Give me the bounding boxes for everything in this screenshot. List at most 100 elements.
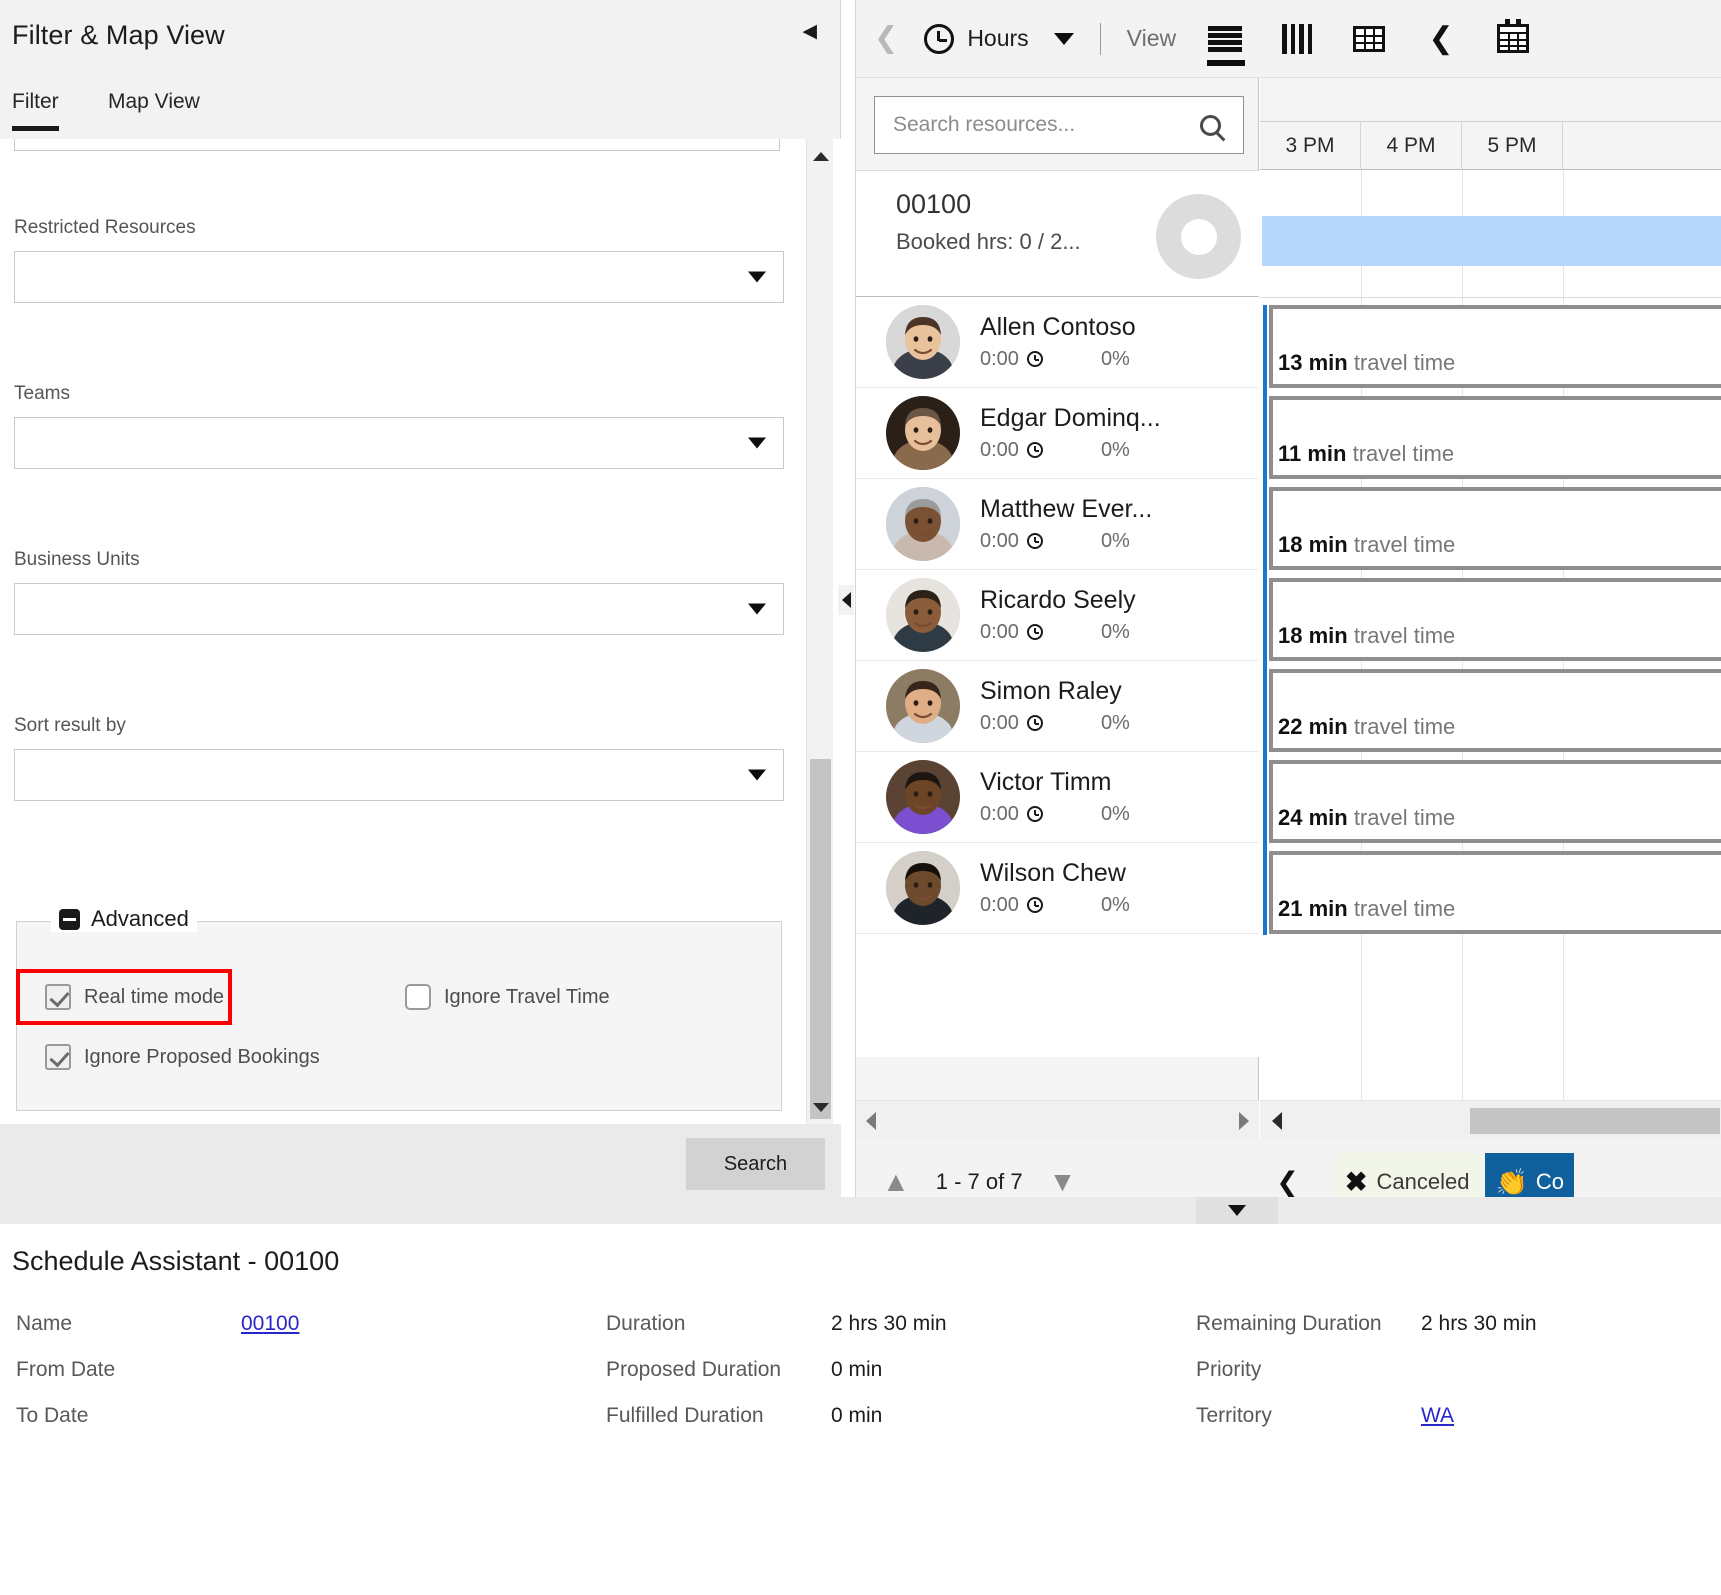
scroll-right-icon[interactable] [1239, 1111, 1249, 1130]
travel-time-label: 18 min travel time [1278, 623, 1456, 648]
chevron-down-icon [748, 271, 766, 283]
list-item-meta: Wilson Chew 0:00 0% [980, 859, 1130, 917]
view-button-calendar[interactable] [1490, 15, 1536, 63]
resource-booked-hours: 0:00 [980, 438, 1019, 461]
detail-field-row: Duration 2 hrs 30 min [606, 1312, 947, 1358]
advanced-legend-label: Advanced [91, 906, 189, 931]
resource-utilization-percent: 0% [1100, 620, 1130, 643]
toolbar-back-chevron-left-icon[interactable]: ❮ [874, 24, 898, 53]
detail-expander-toggle[interactable] [1196, 1197, 1278, 1224]
filter-panel-tabs: Filter Map View [0, 82, 841, 139]
avatar [886, 305, 960, 379]
scrollbar-thumb[interactable] [1470, 1107, 1720, 1134]
travel-time-block[interactable]: 13 min travel time [1269, 305, 1721, 388]
field-label-business-units: Business Units [14, 549, 140, 570]
list-item[interactable]: Victor Timm 0:00 0% [856, 752, 1259, 843]
timeline-top-strip [1260, 78, 1721, 122]
clock-icon [1026, 715, 1043, 732]
detail-field-link[interactable]: WA [1421, 1404, 1454, 1428]
travel-time-block[interactable]: 24 min travel time [1269, 760, 1721, 843]
detail-column-1: Name 00100 From Date To Date [16, 1312, 299, 1450]
chevron-up-icon[interactable]: ▲ [882, 1168, 910, 1196]
travel-time-block[interactable]: 11 min travel time [1269, 396, 1721, 479]
resource-horizontal-scrollbar[interactable] [856, 1100, 1259, 1140]
bottom-divider-strip [0, 1197, 1721, 1224]
resource-booked-hours: 0:00 [980, 802, 1019, 825]
detail-field-row: Territory WA [1196, 1404, 1537, 1450]
list-item[interactable]: Edgar Dominq... 0:00 0% [856, 388, 1259, 479]
travel-time-block[interactable]: 22 min travel time [1269, 669, 1721, 752]
checkbox-real-time-mode[interactable]: Real time mode [45, 984, 224, 1010]
view-button-columns[interactable] [1274, 15, 1320, 63]
detail-field-link[interactable]: 00100 [241, 1312, 299, 1336]
minus-square-icon[interactable] [59, 908, 80, 930]
resource-utilization-percent: 0% [1100, 529, 1130, 552]
record-count-label: 1 - 7 of 7 [935, 1169, 1023, 1194]
resource-stats: 0:00 0% [980, 712, 1130, 735]
resource-search-box[interactable] [874, 96, 1244, 154]
detail-field-label: Territory [1196, 1404, 1272, 1427]
clock-icon [1026, 351, 1043, 368]
list-item[interactable]: Wilson Chew 0:00 0% [856, 843, 1259, 934]
partial-field-above [14, 139, 780, 151]
filter-vertical-scrollbar[interactable] [806, 139, 833, 1124]
detail-field-row: To Date [16, 1404, 299, 1450]
resource-stats: 0:00 0% [980, 439, 1161, 462]
chevron-down-icon[interactable] [1053, 32, 1074, 45]
scroll-left-icon[interactable] [866, 1111, 876, 1130]
view-button-grid[interactable] [1346, 15, 1392, 63]
avatar [886, 396, 960, 470]
list-item-meta: Edgar Dominq... 0:00 0% [980, 404, 1161, 462]
list-item[interactable]: Allen Contoso 0:00 0% [856, 297, 1259, 388]
handshake-icon: 👏 [1495, 1167, 1528, 1197]
page-title: Filter & Map View [12, 20, 225, 50]
checkbox-icon-checked[interactable] [45, 984, 71, 1010]
status-canceled-label: Canceled [1376, 1169, 1470, 1194]
search-input[interactable] [875, 113, 1200, 137]
filter-map-view-panel: Filter & Map View ◀ Filter Map View Rest… [0, 0, 841, 1224]
list-item-meta: Matthew Ever... 0:00 0% [980, 495, 1152, 553]
tab-filter[interactable]: Filter [12, 90, 59, 131]
travel-time-block[interactable]: 18 min travel time [1269, 487, 1721, 570]
chevron-down-icon[interactable]: ▼ [1049, 1168, 1077, 1196]
timeline-hour-cell: 4 PM [1361, 122, 1462, 170]
restricted-resources-select[interactable] [14, 251, 784, 303]
checkbox-ignore-travel-time[interactable]: Ignore Travel Time [405, 984, 610, 1010]
travel-time-block[interactable]: 18 min travel time [1269, 578, 1721, 661]
chevron-down-icon [748, 437, 766, 449]
search-icon[interactable] [1200, 114, 1221, 136]
scroll-down-icon[interactable] [807, 1094, 834, 1120]
checkbox-icon-unchecked[interactable] [405, 984, 431, 1010]
resource-utilization-percent: 0% [1100, 438, 1130, 461]
resource-name: Allen Contoso [980, 313, 1136, 342]
travel-time-block[interactable]: 21 min travel time [1269, 851, 1721, 934]
field-sort-result-by: Sort result by [14, 715, 784, 801]
panel-splitter-handle[interactable] [838, 585, 854, 615]
business-units-select[interactable] [14, 583, 784, 635]
scrollbar-thumb[interactable] [810, 759, 831, 1119]
previous-status-chevron-left-icon[interactable]: ❮ [1276, 1168, 1299, 1196]
toolbar-divider [1099, 22, 1101, 55]
search-button[interactable]: Search [686, 1138, 825, 1190]
checkbox-label-ignore-proposed-bookings: Ignore Proposed Bookings [84, 1045, 320, 1068]
scroll-left-icon[interactable] [1272, 1111, 1282, 1130]
sort-result-by-select[interactable] [14, 749, 784, 801]
teams-select[interactable] [14, 417, 784, 469]
tab-map-view[interactable]: Map View [108, 90, 200, 126]
view-button-previous-period[interactable]: ❮ [1418, 15, 1464, 63]
view-button-list[interactable] [1202, 15, 1248, 66]
list-item[interactable]: Simon Raley 0:00 0% [856, 661, 1259, 752]
checkbox-ignore-proposed-bookings[interactable]: Ignore Proposed Bookings [45, 1044, 320, 1070]
checkbox-icon-checked[interactable] [45, 1044, 71, 1070]
list-item[interactable]: Ricardo Seely 0:00 0% [856, 570, 1259, 661]
list-item[interactable]: Matthew Ever... 0:00 0% [856, 479, 1259, 570]
chevron-down-icon [748, 603, 766, 615]
scroll-up-icon[interactable] [807, 143, 834, 169]
list-icon [1208, 25, 1243, 52]
travel-time-label: 22 min travel time [1278, 714, 1456, 739]
timeline-horizontal-scrollbar[interactable] [1260, 1100, 1721, 1140]
resource-booked-hours: 0:00 [980, 893, 1019, 916]
collapse-left-icon[interactable]: ◀ [802, 22, 817, 41]
resource-name: Ricardo Seely [980, 586, 1136, 615]
detail-field-row: Name 00100 [16, 1312, 299, 1358]
